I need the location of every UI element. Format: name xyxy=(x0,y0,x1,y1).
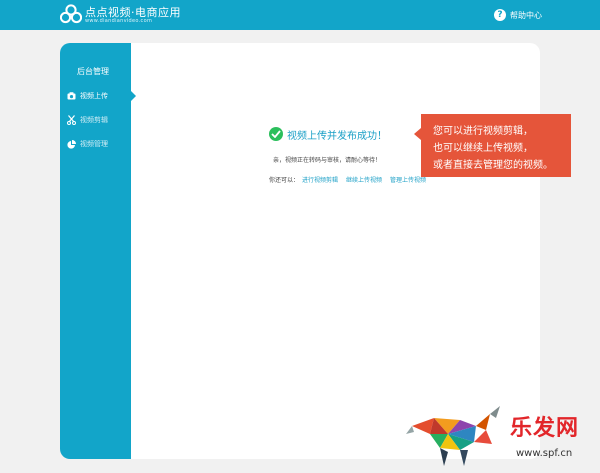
app-logo[interactable]: 点点视频·电商应用 www.diandianvideo.com xyxy=(59,3,190,27)
continue-upload-link[interactable]: 继续上传视频 xyxy=(346,175,382,184)
next-actions-label: 你还可以： xyxy=(269,177,300,184)
sidebar: 后台管理 视频上传 视频剪辑 视频管理 xyxy=(60,43,131,459)
sidebar-item-label: 视频管理 xyxy=(80,140,108,148)
check-circle-icon xyxy=(269,127,283,141)
tooltip-line: 或者直接去管理您的视频。 xyxy=(433,160,553,171)
active-item-pointer xyxy=(131,91,136,101)
next-actions: 你还可以： 进行视频剪辑 继续上传视频 管理上传视频 xyxy=(269,175,426,184)
main-panel: 后台管理 视频上传 视频剪辑 视频管理 xyxy=(60,43,540,459)
sidebar-item-video-upload[interactable]: 视频上传 xyxy=(66,90,108,102)
site-watermark: 乐发网 www.spf.cn xyxy=(404,404,596,468)
tooltip-line: 您可以进行视频剪辑， xyxy=(433,126,533,137)
cloud-logo-icon xyxy=(59,4,83,24)
top-navigation-bar: 点点视频·电商应用 www.diandianvideo.com ? 帮助中心 xyxy=(0,0,600,30)
app-url: www.diandianvideo.com xyxy=(85,18,153,24)
sidebar-heading: 后台管理 xyxy=(77,67,109,76)
help-center-link[interactable]: ? 帮助中心 xyxy=(494,7,542,23)
tooltip-pointer xyxy=(414,128,421,140)
watermark-text: 乐发网 xyxy=(510,415,580,441)
success-title: 视频上传并发布成功！ xyxy=(287,130,387,142)
question-mark-icon: ? xyxy=(494,9,506,21)
processing-notice: 亲，视频正在转码与审核，请耐心等待！ xyxy=(273,157,382,164)
success-message: 视频上传并发布成功！ xyxy=(269,126,387,142)
scissors-icon xyxy=(66,115,76,125)
pie-chart-icon xyxy=(66,139,76,149)
edit-video-link[interactable]: 进行视频剪辑 xyxy=(302,175,338,184)
tooltip-callout: 您可以进行视频剪辑， 也可以继续上传视频， 或者直接去管理您的视频。 xyxy=(421,114,571,177)
watermark-url: www.spf.cn xyxy=(516,448,573,459)
sidebar-item-video-edit[interactable]: 视频剪辑 xyxy=(66,114,108,126)
sidebar-item-video-manage[interactable]: 视频管理 xyxy=(66,138,108,150)
help-center-label: 帮助中心 xyxy=(510,10,542,20)
sidebar-item-label: 视频上传 xyxy=(80,92,108,100)
tooltip-line: 也可以继续上传视频， xyxy=(433,143,533,154)
sidebar-item-label: 视频剪辑 xyxy=(80,116,108,124)
bull-logo-icon xyxy=(404,404,508,472)
camera-icon xyxy=(66,91,76,101)
